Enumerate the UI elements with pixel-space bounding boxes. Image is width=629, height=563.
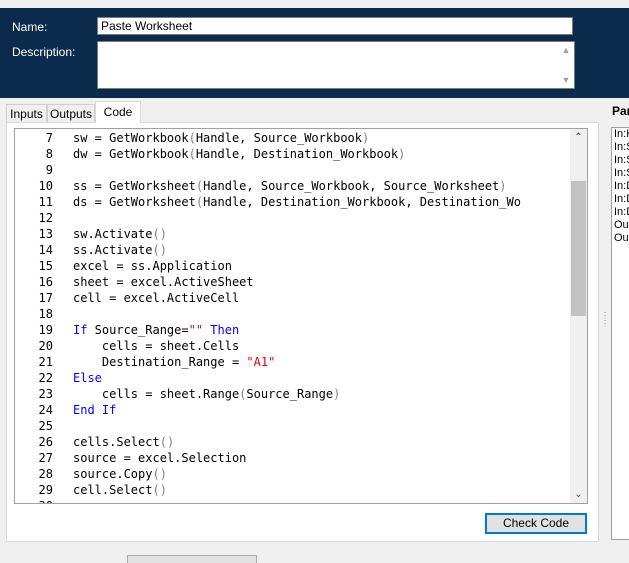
line-number: 18 bbox=[38, 307, 53, 321]
code-line: 10 ss = GetWorksheet(Handle, Source_Workb… bbox=[15, 178, 571, 194]
code-line: 24 End If bbox=[15, 402, 571, 418]
tab-inputs[interactable]: Inputs bbox=[6, 104, 47, 122]
tab-outputs[interactable]: Outputs bbox=[47, 104, 95, 122]
line-number: 28 bbox=[38, 467, 53, 481]
code-line: 19 If Source_Range="" Then bbox=[15, 322, 571, 338]
code-text: End If bbox=[73, 403, 117, 417]
line-number: 16 bbox=[38, 275, 53, 289]
code-text: cells = sheet.Cells bbox=[73, 339, 240, 353]
code-text: source = excel.Selection bbox=[73, 451, 247, 465]
code-line: 25 bbox=[15, 418, 571, 434]
code-line: 14 ss.Activate() bbox=[15, 242, 571, 258]
line-number: 23 bbox=[38, 387, 53, 401]
code-line: 12 bbox=[15, 210, 571, 226]
chevron-down-icon[interactable]: ⌄ bbox=[570, 486, 587, 503]
chevron-up-icon[interactable]: ▲ bbox=[558, 42, 574, 58]
code-text: Destination_Range = "A1" bbox=[73, 355, 276, 369]
code-lines: 7 sw = GetWorkbook(Handle, Source_Workboo… bbox=[15, 130, 571, 503]
line-number: 7 bbox=[45, 131, 53, 145]
line-number: 30 bbox=[15, 498, 53, 503]
code-line: 21 Destination_Range = "A1" bbox=[15, 354, 571, 370]
code-line: 7 sw = GetWorkbook(Handle, Source_Workboo… bbox=[15, 130, 571, 146]
parameter-item[interactable]: In:S bbox=[612, 167, 629, 180]
line-number: 9 bbox=[45, 163, 53, 177]
code-line: 16 sheet = excel.ActiveSheet bbox=[15, 274, 571, 290]
chevron-up-icon[interactable]: ⌃ bbox=[570, 129, 587, 146]
code-line: 18 bbox=[15, 306, 571, 322]
description-scrollbar[interactable]: ▲ ▼ bbox=[558, 42, 574, 88]
code-line: 17 cell = excel.ActiveCell bbox=[15, 290, 571, 306]
parameter-item[interactable]: In:D bbox=[612, 193, 629, 206]
code-line: 30 bbox=[15, 498, 571, 503]
line-number: 19 bbox=[38, 323, 53, 337]
name-label: Name: bbox=[12, 20, 48, 34]
line-number: 14 bbox=[38, 243, 53, 257]
line-number: 20 bbox=[38, 339, 53, 353]
code-text: cells = sheet.Range(Source_Range) bbox=[73, 387, 341, 401]
top-strip bbox=[0, 0, 629, 8]
code-line: 9 bbox=[15, 162, 571, 178]
code-text: excel = ss.Application bbox=[73, 259, 232, 273]
line-number: 8 bbox=[45, 147, 53, 161]
code-text: sheet = excel.ActiveSheet bbox=[73, 275, 254, 289]
code-line: 23 cells = sheet.Range(Source_Range) bbox=[15, 386, 571, 402]
line-number: 11 bbox=[38, 195, 53, 209]
code-text: ss.Activate() bbox=[73, 243, 167, 257]
line-number: 13 bbox=[38, 227, 53, 241]
bottom-button[interactable] bbox=[127, 555, 257, 563]
line-number: 29 bbox=[38, 483, 53, 497]
code-line: 20 cells = sheet.Cells bbox=[15, 338, 571, 354]
code-line: 15 excel = ss.Application bbox=[15, 258, 571, 274]
parameter-item[interactable]: In:H bbox=[612, 128, 629, 141]
chevron-down-icon[interactable]: ▼ bbox=[558, 72, 574, 88]
code-text: cell = excel.ActiveCell bbox=[73, 291, 240, 305]
code-line: 26 cells.Select() bbox=[15, 434, 571, 450]
code-line: 13 sw.Activate() bbox=[15, 226, 571, 242]
parameter-item[interactable]: Out bbox=[612, 232, 629, 245]
code-text: dw = GetWorkbook(Handle, Destination_Wor… bbox=[73, 147, 406, 161]
line-number: 10 bbox=[38, 179, 53, 193]
parameters-list[interactable]: In:HIn:SIn:SIn:SIn:DIn:DIn:DOutOut bbox=[611, 127, 629, 540]
description-label: Description: bbox=[12, 45, 76, 59]
line-number: 15 bbox=[38, 259, 53, 273]
line-number: 22 bbox=[38, 371, 53, 385]
code-text: sw = GetWorkbook(Handle, Source_Workbook… bbox=[73, 131, 370, 145]
code-text: Else bbox=[73, 371, 102, 385]
line-number: 26 bbox=[38, 435, 53, 449]
name-field[interactable]: Paste Worksheet bbox=[97, 17, 573, 35]
check-code-button[interactable]: Check Code bbox=[485, 513, 587, 534]
code-text: ss = GetWorksheet(Handle, Source_Workboo… bbox=[73, 179, 507, 193]
parameter-item[interactable]: In:D bbox=[612, 180, 629, 193]
code-text: ds = GetWorksheet(Handle, Destination_Wo… bbox=[73, 195, 521, 209]
parameter-item[interactable]: Out bbox=[612, 219, 629, 232]
code-text: If Source_Range="" Then bbox=[73, 323, 240, 337]
description-field[interactable]: ▲ ▼ bbox=[97, 41, 575, 89]
line-number: 17 bbox=[38, 291, 53, 305]
parameters-title: Par bbox=[612, 104, 629, 118]
parameter-item[interactable]: In:S bbox=[612, 141, 629, 154]
tab-code[interactable]: Code bbox=[95, 101, 141, 123]
parameter-item[interactable]: In:S bbox=[612, 154, 629, 167]
line-number: 24 bbox=[38, 403, 53, 417]
editor-scrollbar[interactable]: ⌃ ⌄ bbox=[570, 129, 587, 503]
code-line: 22 Else bbox=[15, 370, 571, 386]
properties-header: Name: Paste Worksheet Description: ▲ ▼ bbox=[0, 0, 629, 98]
code-line: 29 cell.Select() bbox=[15, 482, 571, 498]
code-editor[interactable]: 7 sw = GetWorkbook(Handle, Source_Workboo… bbox=[14, 128, 588, 504]
line-number: 25 bbox=[38, 419, 53, 433]
parameter-item[interactable]: In:D bbox=[612, 206, 629, 219]
code-text: sw.Activate() bbox=[73, 227, 167, 241]
code-line: 11 ds = GetWorksheet(Handle, Destination_… bbox=[15, 194, 571, 210]
line-number: 12 bbox=[38, 211, 53, 225]
code-line: 28 source.Copy() bbox=[15, 466, 571, 482]
scrollbar-thumb[interactable] bbox=[571, 181, 586, 316]
code-text: source.Copy() bbox=[73, 467, 167, 481]
code-text: cell.Select() bbox=[73, 483, 167, 497]
code-text: cells.Select() bbox=[73, 435, 175, 449]
code-line: 8 dw = GetWorkbook(Handle, Destination_Wo… bbox=[15, 146, 571, 162]
line-number: 21 bbox=[38, 355, 53, 369]
code-line: 27 source = excel.Selection bbox=[15, 450, 571, 466]
line-number: 27 bbox=[38, 451, 53, 465]
splitter-handle[interactable]: ⋮ ⋮ bbox=[601, 312, 609, 340]
